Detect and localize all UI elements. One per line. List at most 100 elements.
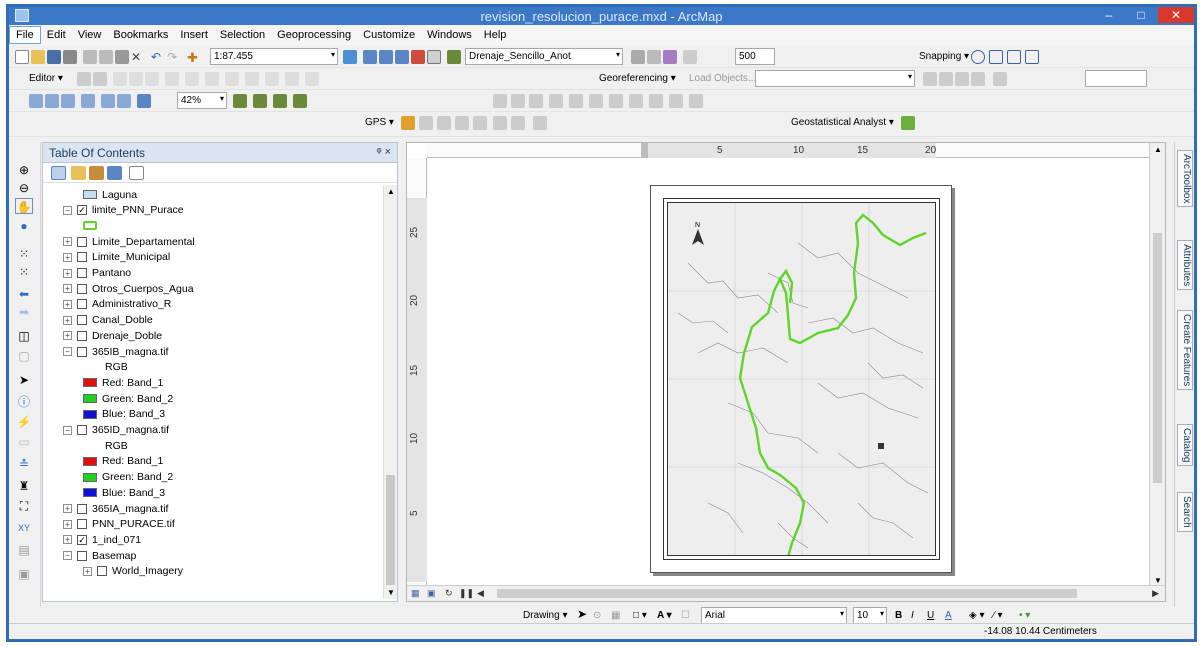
toc-layer-row[interactable]: Blue: Band_3 [83, 407, 165, 422]
layer-visibility-checkbox[interactable] [77, 252, 87, 263]
toc-layer-row[interactable]: − 365ID_magna.tif [63, 423, 169, 438]
drawing-menu[interactable]: Drawing ▾ [523, 610, 567, 621]
close-button[interactable]: ✕ [1158, 7, 1194, 23]
catalog-window-icon[interactable] [379, 50, 393, 64]
page-forward-icon[interactable] [117, 94, 131, 108]
list-by-selection-icon[interactable] [107, 166, 122, 180]
snapping-menu[interactable]: Snapping ▾ [919, 51, 969, 62]
edit-vertices-icon[interactable] [165, 72, 179, 86]
legend-swatch[interactable] [83, 378, 97, 388]
toc-layer-row[interactable]: Red: Band_1 [83, 375, 163, 390]
edit-annotation-icon[interactable] [93, 72, 107, 86]
georeferencing-menu[interactable]: Georeferencing ▾ [599, 73, 676, 84]
open-icon[interactable] [31, 50, 45, 64]
data-view-icon[interactable]: ▦ [411, 588, 420, 599]
collapse-icon[interactable]: − [63, 347, 72, 356]
list-by-visibility-icon[interactable] [89, 166, 104, 180]
text-tool-icon[interactable]: A ▾ [657, 610, 672, 621]
model-builder-icon[interactable] [447, 50, 461, 64]
editor-menu[interactable]: Editor ▾ [29, 73, 63, 84]
italic-button[interactable]: I [911, 610, 914, 621]
select-elements-icon[interactable]: ➤ [577, 607, 587, 621]
spatial-adjust-icon-5[interactable] [569, 94, 583, 108]
legend-swatch[interactable] [83, 394, 97, 404]
toc-layer-row[interactable]: Blue: Band_3 [83, 485, 165, 500]
layer-visibility-checkbox[interactable] [77, 519, 87, 530]
change-layout-icon[interactable] [273, 94, 287, 108]
attributes-icon[interactable] [265, 72, 279, 86]
zoom-in-icon[interactable]: ⊕ [15, 162, 33, 178]
sketch-properties-icon[interactable] [285, 72, 299, 86]
line-color-icon[interactable]: ∕ ▾ [993, 610, 1002, 621]
font-color-button[interactable]: A [945, 610, 952, 621]
full-extent-icon[interactable]: ● [15, 218, 33, 234]
maximize-button[interactable]: □ [1128, 7, 1154, 23]
toc-layer-row[interactable]: Laguna [83, 187, 137, 202]
measure-icon[interactable]: ≛ [15, 456, 33, 472]
gps-icon-3[interactable] [437, 116, 451, 130]
toc-pin-close-buttons[interactable]: ᵠ × [377, 146, 391, 158]
menu-insert[interactable]: Insert [174, 27, 214, 43]
edit-tool-icon[interactable] [77, 72, 91, 86]
georef-shift-icon[interactable] [939, 72, 953, 86]
gps-icon-5[interactable] [473, 116, 487, 130]
fixed-zoom-out-icon[interactable]: ⁙ [15, 264, 33, 280]
layout-view-icon[interactable]: ▣ [427, 588, 436, 599]
transparency-icon[interactable] [663, 50, 677, 64]
gps-icon-4[interactable] [455, 116, 469, 130]
layer-visibility-checkbox[interactable] [77, 346, 87, 357]
zoom-in-fixed-icon[interactable] [29, 94, 43, 108]
rotate-icon[interactable] [245, 72, 259, 86]
expand-icon[interactable]: + [63, 252, 72, 262]
menu-customize[interactable]: Customize [357, 27, 421, 43]
menu-selection[interactable]: Selection [214, 27, 271, 43]
georef-input[interactable] [1085, 70, 1147, 87]
rotate-element-icon[interactable]: ⊙ [593, 610, 601, 621]
layer-visibility-checkbox[interactable] [77, 425, 87, 435]
scroll-up-icon[interactable]: ▲ [387, 187, 395, 196]
gps-icon-1[interactable] [401, 116, 415, 130]
toc-layer-row[interactable]: Green: Band_2 [83, 470, 173, 485]
expand-icon[interactable]: + [63, 504, 72, 513]
forward-extent-icon[interactable]: ➡ [15, 304, 33, 320]
fixed-zoom-in-icon[interactable]: ⁙ [15, 246, 33, 262]
split-icon[interactable] [225, 72, 239, 86]
endpoint-arc-icon[interactable] [129, 72, 143, 86]
geostat-wizard-icon[interactable] [901, 116, 915, 130]
layer-combo[interactable]: Drenaje_Sencillo_Anot ▾ [465, 48, 623, 65]
spatial-adjust-icon-3[interactable] [529, 94, 543, 108]
data-frame[interactable]: N [667, 202, 936, 556]
expand-icon[interactable]: + [83, 566, 92, 576]
hyperlink-icon[interactable]: ⚡ [15, 414, 33, 430]
horizontal-scroll-thumb[interactable] [497, 589, 1077, 598]
expand-icon[interactable]: + [63, 535, 72, 545]
menu-geoprocessing[interactable]: Geoprocessing [271, 27, 357, 43]
arctoolbox-tab[interactable]: ArcToolbox [1177, 150, 1193, 208]
gps-menu[interactable]: GPS ▾ [365, 117, 394, 128]
toc-layer-row[interactable]: Green: Band_2 [83, 391, 173, 406]
back-extent-icon[interactable]: ⬅ [15, 286, 33, 302]
collapse-icon[interactable]: − [63, 551, 72, 561]
menu-file[interactable]: File [9, 26, 41, 44]
pan-icon[interactable]: ✋ [15, 198, 33, 214]
underline-button[interactable]: U [927, 610, 934, 621]
toc-layer-row[interactable]: RGB [105, 360, 128, 375]
scroll-down-icon[interactable]: ▼ [387, 588, 395, 597]
layout-horizontal-scrollbar[interactable]: ▦ ▣ ↻ ❚❚ ◀ ▶ [407, 585, 1165, 601]
legend-swatch[interactable] [83, 409, 97, 419]
paste-icon[interactable] [115, 50, 129, 64]
toc-layer-row[interactable]: − Basemap [63, 548, 136, 563]
layer-visibility-checkbox[interactable] [97, 566, 107, 577]
reshape-icon[interactable] [185, 72, 199, 86]
print-icon[interactable] [63, 50, 77, 64]
spatial-adjust-icon-10[interactable] [669, 94, 683, 108]
add-control-points-icon[interactable] [955, 72, 969, 86]
layer-visibility-checkbox[interactable] [77, 268, 87, 278]
menu-view[interactable]: View [72, 27, 108, 43]
focus-data-frame-icon[interactable] [253, 94, 267, 108]
cut-polygons-icon[interactable] [205, 72, 219, 86]
layout-zoom-combo[interactable]: 42% ▾ [177, 92, 227, 109]
georef-misc-icon[interactable] [993, 72, 1007, 86]
toc-layer-row[interactable]: + Canal_Doble [63, 313, 153, 328]
toc-layer-row[interactable]: + Otros_Cuerpos_Agua [63, 281, 194, 296]
